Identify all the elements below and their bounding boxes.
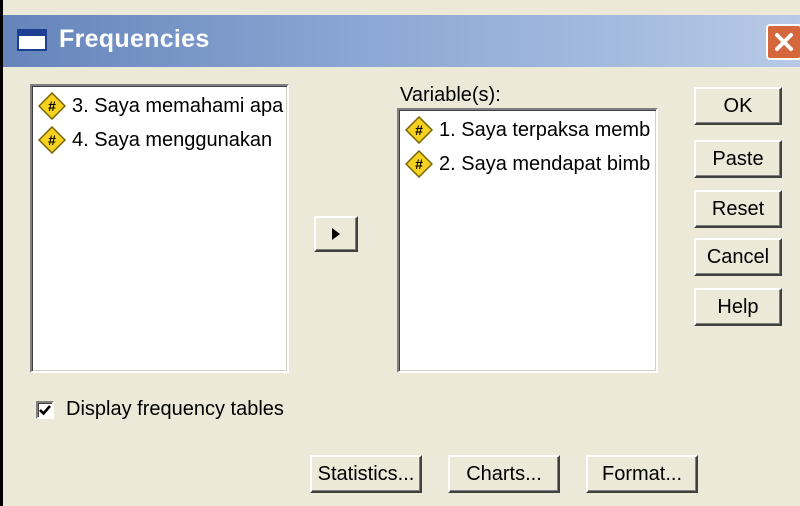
list-item-label: 4. Saya menggunakan bbox=[72, 128, 273, 151]
list-item[interactable]: # 4. Saya menggunakan bbox=[38, 126, 272, 154]
close-icon bbox=[775, 33, 793, 51]
list-item-label: 3. Saya memahami apa bbox=[72, 94, 284, 117]
svg-text:#: # bbox=[415, 122, 423, 138]
list-item[interactable]: # 2. Saya mendapat bimb bbox=[405, 150, 650, 178]
format-button[interactable]: Format... bbox=[586, 455, 698, 493]
close-button[interactable] bbox=[766, 24, 800, 60]
move-to-variables-button[interactable] bbox=[314, 216, 358, 252]
title-bar[interactable]: Frequencies bbox=[3, 15, 800, 67]
svg-text:#: # bbox=[415, 156, 423, 172]
source-variable-list[interactable]: # 3. Saya memahami apa # 4. Saya menggun… bbox=[30, 84, 289, 373]
ok-button[interactable]: OK bbox=[694, 87, 782, 125]
display-frequency-tables-checkbox[interactable] bbox=[36, 401, 54, 419]
svg-text:#: # bbox=[48, 98, 56, 114]
list-item[interactable]: # 3. Saya memahami apa bbox=[38, 92, 283, 120]
help-button[interactable]: Help bbox=[694, 288, 782, 326]
selected-variables-list[interactable]: # 1. Saya terpaksa memb # 2. Saya mendap… bbox=[397, 108, 658, 373]
right-arrow-icon bbox=[332, 228, 340, 240]
variables-label: Variable(s): bbox=[400, 84, 501, 106]
numeric-variable-icon: # bbox=[38, 126, 66, 154]
list-item-label: 1. Saya terpaksa memb bbox=[439, 118, 651, 141]
window-title: Frequencies bbox=[59, 25, 210, 53]
numeric-variable-icon: # bbox=[38, 92, 66, 120]
list-item[interactable]: # 1. Saya terpaksa memb bbox=[405, 116, 650, 144]
checkmark-icon bbox=[39, 405, 51, 416]
charts-button[interactable]: Charts... bbox=[448, 455, 560, 493]
display-frequency-tables-label[interactable]: Display frequency tables bbox=[66, 398, 284, 421]
numeric-variable-icon: # bbox=[405, 150, 433, 178]
reset-button[interactable]: Reset bbox=[694, 190, 782, 228]
window-icon bbox=[17, 29, 47, 51]
statistics-button[interactable]: Statistics... bbox=[310, 455, 422, 493]
list-item-label: 2. Saya mendapat bimb bbox=[439, 152, 651, 175]
paste-button[interactable]: Paste bbox=[694, 140, 782, 178]
numeric-variable-icon: # bbox=[405, 116, 433, 144]
svg-text:#: # bbox=[48, 132, 56, 148]
cancel-button[interactable]: Cancel bbox=[694, 238, 782, 276]
